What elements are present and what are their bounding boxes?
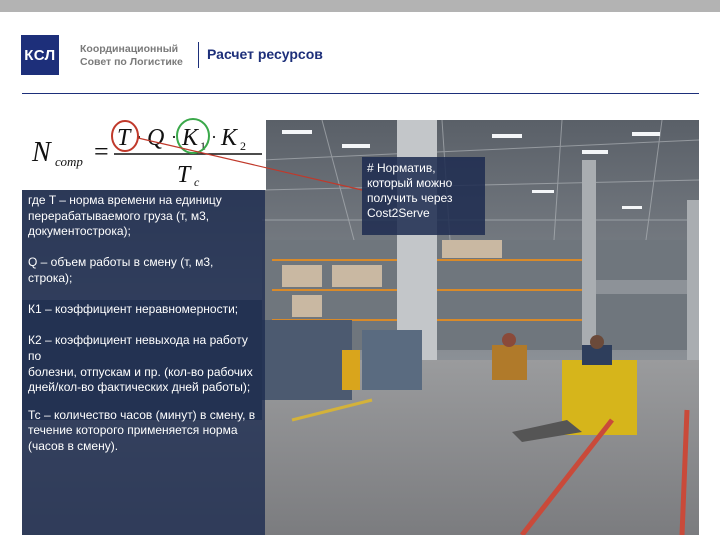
definition-tc: Тс – количество часов (минут) в смену, в… — [28, 407, 256, 453]
definition-k1: К1 – коэффициент неравномерности; — [28, 302, 239, 317]
definitions-panel: где T – норма времени на единицу перераб… — [22, 190, 265, 535]
definition-t: где T – норма времени на единицу перераб… — [28, 193, 222, 239]
definition-k2: К2 – коэффициент невыхода на работу по — [28, 333, 248, 363]
cost2serve-note: # Норматив, который можно получить через… — [362, 157, 485, 235]
definition-k2-cont: болезни, отпускам и пр. (кол-во рабочих … — [28, 364, 253, 395]
definition-q: Q – объем работы в смену (т, м3, строка)… — [28, 255, 214, 285]
